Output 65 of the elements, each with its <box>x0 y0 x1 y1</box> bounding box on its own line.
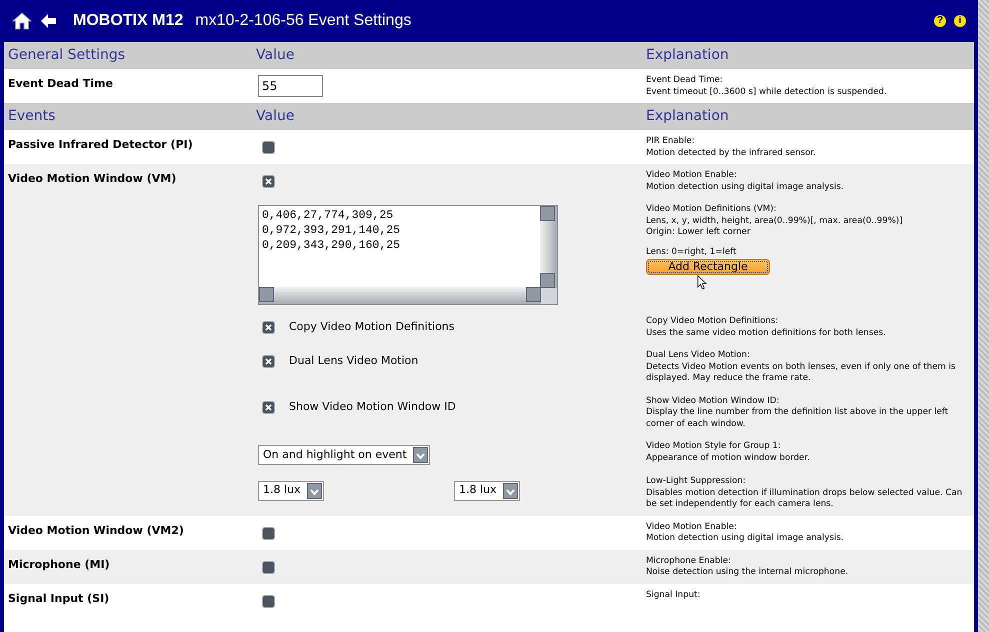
column-heading: Value <box>256 107 296 126</box>
explanation-title: Event Dead Time: <box>646 75 724 86</box>
horizontal-scrollbar[interactable] <box>259 287 541 304</box>
checkbox[interactable] <box>263 142 274 153</box>
explanation-title: Video Motion Definitions (VM): <box>646 204 778 216</box>
column-heading: Explanation <box>646 46 730 65</box>
explanation-text: Motion detection using digital image analysis. <box>646 533 845 545</box>
checkbox-label: Dual Lens Video Motion <box>289 353 418 369</box>
explanation-text: Motion detected by the infrared sensor. <box>646 148 817 159</box>
explanation-text: Lens, x, y, width, height, area(0..99%)[, max. area(0..99%)] <box>646 216 904 227</box>
column-heading: Value <box>256 46 296 65</box>
explanation-text: Event timeout [0..3600 s] while detection is suspended. <box>646 86 888 98</box>
page-title: mx10-2-106-56 Event Settings <box>195 11 412 31</box>
explanation-text: Display the line number from the definition list above in the upper left corner of each window. <box>646 407 950 430</box>
setting-label: Microphone (MI) <box>8 556 111 573</box>
checkbox[interactable] <box>263 356 274 367</box>
explanation-title: Signal Input: <box>646 590 702 602</box>
explanation-title: Show Video Motion Window ID: <box>646 396 780 407</box>
explanation-title: PIR Enable: <box>646 136 696 148</box>
checkbox[interactable] <box>263 596 274 607</box>
setting-label: Video Motion Window (VM2) <box>8 522 185 539</box>
checkbox-label: Show Video Motion Window ID <box>289 398 456 414</box>
explanation-title: Video Motion Enable: <box>646 170 738 182</box>
explanation-title: Microphone Enable: <box>646 556 732 568</box>
explanation-title: Video Motion Style for Group 1: <box>646 441 782 452</box>
checkbox[interactable] <box>263 528 274 539</box>
explanation-text: Appearance of motion window border. <box>646 452 811 464</box>
definitions-field[interactable]: 0,406,27,774,309,25 0,972,393,291,140,25 0,209,343,290,160,25 <box>259 206 541 288</box>
back-arrow-icon[interactable] <box>40 13 57 29</box>
checkbox[interactable] <box>263 176 274 187</box>
explanation-title: Video Motion Enable: <box>646 522 738 534</box>
checkbox[interactable] <box>263 562 274 573</box>
home-icon[interactable] <box>12 11 32 31</box>
explanation-title: Copy Video Motion Definitions: <box>646 316 780 328</box>
brand-name: MOBOTIX M12 <box>73 11 184 31</box>
checkbox-label: Copy Video Motion Definitions <box>289 319 454 335</box>
column-heading: Explanation <box>646 107 730 126</box>
setting-label: Video Motion Window (VM) <box>8 171 178 187</box>
section-heading: General Settings <box>8 46 126 65</box>
section-heading: Events <box>8 107 56 126</box>
vertical-scrollbar[interactable] <box>540 206 557 288</box>
setting-label: Event Dead Time <box>8 76 114 92</box>
explanation-text: Motion detection using digital image analysis. <box>646 182 845 193</box>
mouse-pointer-icon <box>697 275 707 290</box>
dropdown-caret-icon[interactable] <box>412 447 428 464</box>
explanation-title: Low-Light Suppression: <box>646 476 747 488</box>
info-icon[interactable]: i <box>954 15 966 27</box>
dropdown-caret-icon[interactable] <box>502 482 518 498</box>
explanation-text: Noise detection using the internal microphone. <box>646 567 850 579</box>
explanation-text: Uses the same video motion definitions for both lenses. <box>646 328 887 339</box>
explanation-title: Dual Lens Video Motion: <box>646 350 751 362</box>
help-icon[interactable]: ? <box>934 15 946 27</box>
dropdown[interactable]: 1.8 lux <box>258 480 324 500</box>
setting-label: Passive Infrared Detector (PI) <box>8 137 194 153</box>
explanation-text: Lens: 0=right, 1=left <box>646 246 738 258</box>
dropdown-caret-icon[interactable] <box>306 482 322 498</box>
explanation-text: Detects Video Motion events on both lenses, even if only one of them is displayed. May reduce the frame rate. <box>646 362 956 384</box>
explanation-text: Disables motion detection if illumination drops below selected value. Can be set independently for each camera lens. <box>646 488 964 511</box>
text-input[interactable]: 55 <box>258 75 323 97</box>
setting-label: Signal Input (SI) <box>8 590 110 607</box>
dropdown[interactable]: 1.8 lux <box>454 480 520 500</box>
checkbox[interactable] <box>263 322 274 333</box>
explanation-text: Origin: Lower left corner <box>646 227 752 238</box>
checkbox[interactable] <box>263 402 274 412</box>
dropdown[interactable]: On and highlight on event <box>258 445 430 466</box>
